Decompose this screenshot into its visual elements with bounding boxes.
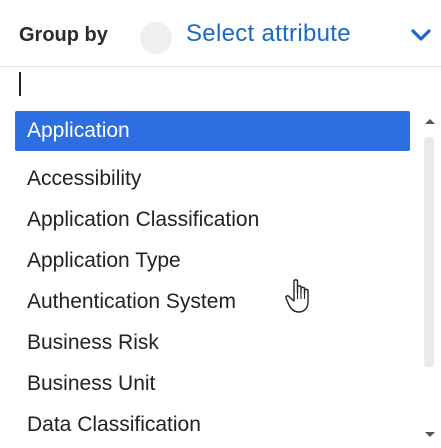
- option-business-risk[interactable]: Business Risk: [15, 323, 410, 363]
- group-by-label: Group by: [19, 24, 108, 46]
- scrollbar-thumb[interactable]: [424, 137, 434, 367]
- option-application-type[interactable]: Application Type: [15, 241, 410, 281]
- chevron-down-icon[interactable]: [423, 427, 437, 441]
- option-data-classification[interactable]: Data Classification: [15, 405, 410, 445]
- select-attribute-button[interactable]: Select attribute: [140, 20, 431, 54]
- option-application-classification[interactable]: Application Classification: [15, 200, 410, 240]
- attribute-search-input[interactable]: [8, 66, 432, 102]
- option-business-unit[interactable]: Business Unit: [15, 364, 410, 404]
- option-accessibility[interactable]: Accessibility: [15, 159, 410, 199]
- option-authentication-system[interactable]: Authentication System: [15, 282, 410, 322]
- attribute-options-list: Application Accessibility Application Cl…: [15, 111, 415, 448]
- chevron-up-icon[interactable]: [423, 115, 437, 129]
- select-attribute-indicator: [140, 22, 172, 54]
- option-application[interactable]: Application: [15, 111, 410, 151]
- group-by-header: Group by Select attribute: [0, 0, 441, 67]
- text-caret: [19, 72, 21, 96]
- select-attribute-label: Select attribute: [186, 20, 351, 47]
- group-by-dropdown: Group by Select attribute Application Ac…: [0, 0, 441, 448]
- list-scrollbar[interactable]: [419, 111, 441, 448]
- chevron-down-icon: [411, 29, 431, 41]
